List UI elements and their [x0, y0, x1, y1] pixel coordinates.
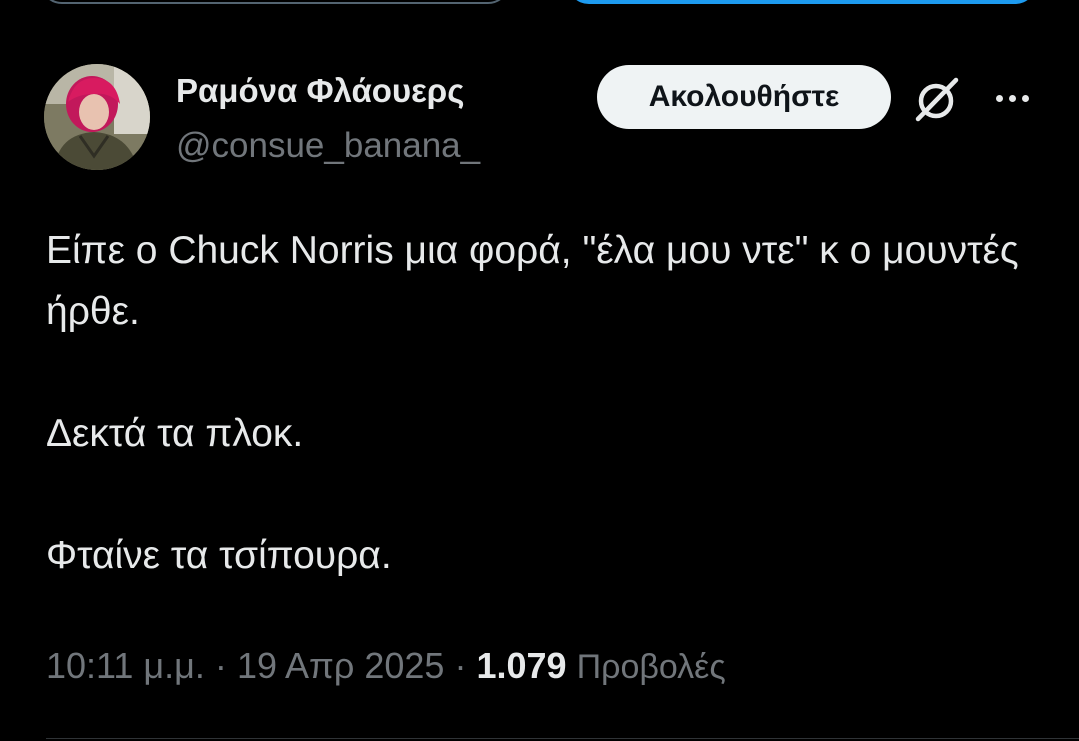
avatar-photo-icon [44, 64, 150, 170]
avatar[interactable] [44, 64, 150, 170]
tweet-time[interactable]: 10:11 μ.μ. [46, 645, 205, 686]
divider [46, 738, 1079, 739]
author-display-name[interactable]: Ραμόνα Φλάουερς [176, 72, 464, 110]
tweet-text: Είπε ο Chuck Norris μια φορά, "έλα μου ν… [46, 220, 1036, 586]
grok-icon[interactable] [912, 74, 962, 124]
dot-icon [1008, 94, 1016, 102]
dot-icon [995, 94, 1003, 102]
author-handle[interactable]: @consue_banana_ [176, 126, 480, 166]
tweet-line: Φταίνε τα τσίπουρα. [46, 534, 392, 577]
meta-separator: · [454, 645, 467, 686]
meta-separator: · [214, 645, 227, 686]
follow-button[interactable]: Ακολουθήστε [597, 65, 891, 129]
dot-icon [1021, 94, 1029, 102]
tweet-date[interactable]: 19 Απρ 2025 [237, 645, 444, 686]
top-secondary-button[interactable] [40, 0, 510, 4]
tweet-line: Δεκτά τα πλοκ. [46, 412, 304, 455]
views-count: 1.079 [476, 645, 567, 686]
tweet-header: Ραμόνα Φλάουερς @consue_banana_ Ακολουθή… [44, 64, 1044, 174]
more-horizontal-icon[interactable] [988, 78, 1036, 118]
top-primary-button[interactable] [567, 0, 1037, 4]
tweet-line: Είπε ο Chuck Norris μια φορά, "έλα μου ν… [46, 229, 1019, 333]
views-label: Προβολές [576, 648, 726, 686]
tweet-meta: 10:11 μ.μ. · 19 Απρ 2025 · 1.079 Προβολέ… [46, 645, 726, 687]
